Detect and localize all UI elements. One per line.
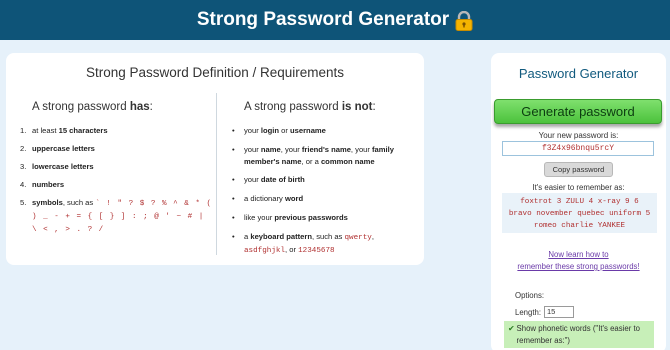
item-text: a keyboard pattern, such as qwerty, asdf… (244, 231, 374, 256)
password-output-field[interactable]: f3Z4x96bnqu5rcY (502, 141, 654, 156)
generate-password-button[interactable]: Generate password (494, 99, 662, 124)
phonetic-words-box: foxtrot 3 ZULU 4 x-ray 9 6 bravo novembe… (502, 193, 657, 233)
requirements-title: Strong Password Definition / Requirement… (85, 65, 345, 80)
not-item: • your login or username (232, 125, 418, 137)
pattern-example: asdfghjkl (244, 247, 286, 256)
not-item: • your date of birth (232, 174, 418, 186)
bullet: • (232, 231, 235, 241)
has-column: A strong password has: 1. at least 15 cha… (20, 101, 212, 243)
not-list: • your login or username • your name, your … (232, 125, 418, 258)
length-row: Length: 15 (515, 306, 575, 318)
item-text: at least 15 characters (32, 126, 108, 135)
generator-title: Password Generator (518, 66, 639, 81)
item-text: your login or username (244, 126, 326, 135)
has-item: 4. numbers (20, 179, 212, 190)
length-label: Length: (515, 307, 542, 317)
has-item: 2. uppercase letters (20, 143, 212, 154)
not-column: A strong password is not: • your login or… (232, 101, 418, 265)
page-title: Strong Password Generator (196, 9, 450, 30)
bullet: • (232, 126, 235, 135)
item-number: 5. (20, 198, 27, 207)
item-text: your date of birth (244, 175, 305, 185)
requirements-panel: Strong Password Definition / Requirement… (6, 53, 424, 265)
item-text: your name, your friend's name, your fami… (244, 144, 394, 166)
new-password-label: Your new password is: (538, 131, 619, 140)
bullet: • (232, 194, 235, 204)
checkbox-check-icon[interactable]: ✔ (508, 323, 515, 346)
column-divider (216, 93, 217, 255)
not-item: • a dictionary word (232, 193, 418, 205)
length-input[interactable]: 15 (544, 306, 575, 318)
item-text: a dictionary word (244, 194, 304, 204)
has-item: 3. lowercase letters (20, 161, 212, 172)
learn-link-line[interactable]: Now learn how to (491, 249, 666, 261)
has-heading: A strong password has: (32, 101, 153, 113)
has-item: 5. symbols, such as ` ! " ? $ ? % ^ & * (… (20, 197, 212, 236)
item-number: 2. (20, 144, 27, 153)
bullet: • (232, 212, 235, 222)
has-list: 1. at least 15 characters 2. uppercase lett… (20, 125, 212, 236)
bullet: • (232, 175, 235, 185)
header-bar: Strong Password Generator (0, 0, 670, 40)
learn-how-link[interactable]: Now learn how to remember these strong p… (491, 249, 666, 273)
phonetic-line: bravo november quebec uniform 5 (508, 210, 651, 218)
not-heading: A strong password is not: (244, 101, 376, 113)
has-item: 1. at least 15 characters (20, 125, 212, 136)
item-number: 3. (20, 162, 27, 171)
options-label: Options: (515, 291, 545, 300)
item-number: 1. (20, 126, 27, 135)
phonetic-line: romeo charlie YANKEE (533, 222, 626, 230)
item-text: uppercase letters (32, 144, 95, 153)
bullet: • (232, 144, 235, 154)
phonetic-line: foxtrot 3 ZULU 4 x-ray 9 6 (520, 198, 639, 206)
easier-to-remember-label: It's easier to remember as: (532, 183, 625, 192)
generator-panel: Password Generator Generate password You… (491, 53, 666, 350)
pattern-example: qwerty (344, 233, 372, 242)
item-number: 4. (20, 180, 27, 189)
lock-icon (455, 11, 473, 31)
phonetic-checkbox-label: Show phonetic words ("It's easier to rem… (516, 324, 640, 345)
item-text: lowercase letters (32, 162, 94, 171)
learn-link-line[interactable]: remember these strong passwords! (491, 261, 666, 273)
item-text: symbols, such as ` ! " ? $ ? % ^ & * ( )… (32, 198, 213, 234)
copy-password-button[interactable]: Copy password (544, 162, 613, 177)
phonetic-words-checkbox[interactable]: ✔ Show phonetic words ("It's easier to r… (504, 321, 654, 348)
not-item: • a keyboard pattern, such as qwerty, asd… (232, 231, 418, 259)
not-item: • your name, your friend's name, your fam… (232, 144, 418, 168)
item-text: like your previous passwords (244, 212, 348, 222)
not-item: • like your previous passwords (232, 212, 418, 224)
pattern-example: 12345678 (298, 247, 335, 256)
item-text: numbers (32, 180, 65, 189)
